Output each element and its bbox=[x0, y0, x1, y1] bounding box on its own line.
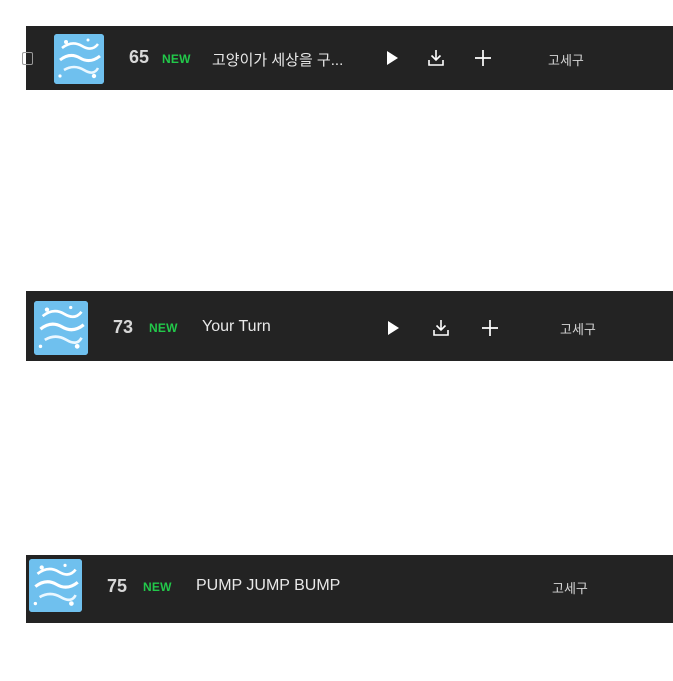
select-checkbox[interactable] bbox=[22, 52, 33, 65]
download-button[interactable] bbox=[425, 47, 447, 69]
artist-name[interactable]: 고세구 bbox=[560, 319, 596, 338]
plus-icon bbox=[475, 50, 491, 66]
track-row[interactable]: 65 NEW 고양이가 세상을 구... 고세구 bbox=[22, 26, 673, 90]
track-row[interactable]: 75 NEW PUMP JUMP BUMP 고세구 bbox=[26, 555, 673, 623]
play-button[interactable] bbox=[382, 317, 404, 339]
track-title[interactable]: PUMP JUMP BUMP bbox=[196, 577, 340, 595]
track-row[interactable]: 73 NEW Your Turn 고세구 bbox=[26, 291, 673, 361]
play-icon bbox=[387, 51, 398, 65]
plus-icon bbox=[482, 320, 498, 336]
add-button[interactable] bbox=[472, 47, 494, 69]
artist-name[interactable]: 고세구 bbox=[552, 578, 588, 597]
album-art-image bbox=[54, 34, 104, 84]
album-art-image bbox=[29, 559, 82, 612]
download-button[interactable] bbox=[430, 317, 452, 339]
new-badge: NEW bbox=[149, 321, 178, 335]
download-icon bbox=[428, 50, 444, 66]
track-rank: 75 bbox=[107, 576, 128, 596]
add-button[interactable] bbox=[479, 317, 501, 339]
play-icon bbox=[388, 321, 399, 335]
new-badge: NEW bbox=[162, 52, 191, 66]
artist-name[interactable]: 고세구 bbox=[548, 50, 584, 69]
play-button[interactable] bbox=[381, 47, 403, 69]
album-art[interactable] bbox=[29, 559, 82, 612]
album-art[interactable] bbox=[34, 301, 88, 355]
track-title[interactable]: Your Turn bbox=[202, 318, 271, 336]
album-art[interactable] bbox=[54, 34, 104, 84]
new-badge: NEW bbox=[143, 580, 172, 594]
track-rank: 65 bbox=[129, 47, 150, 67]
album-art-image bbox=[34, 301, 88, 355]
track-rank: 73 bbox=[113, 317, 134, 337]
track-title[interactable]: 고양이가 세상을 구... bbox=[212, 49, 343, 70]
download-icon bbox=[433, 320, 449, 336]
